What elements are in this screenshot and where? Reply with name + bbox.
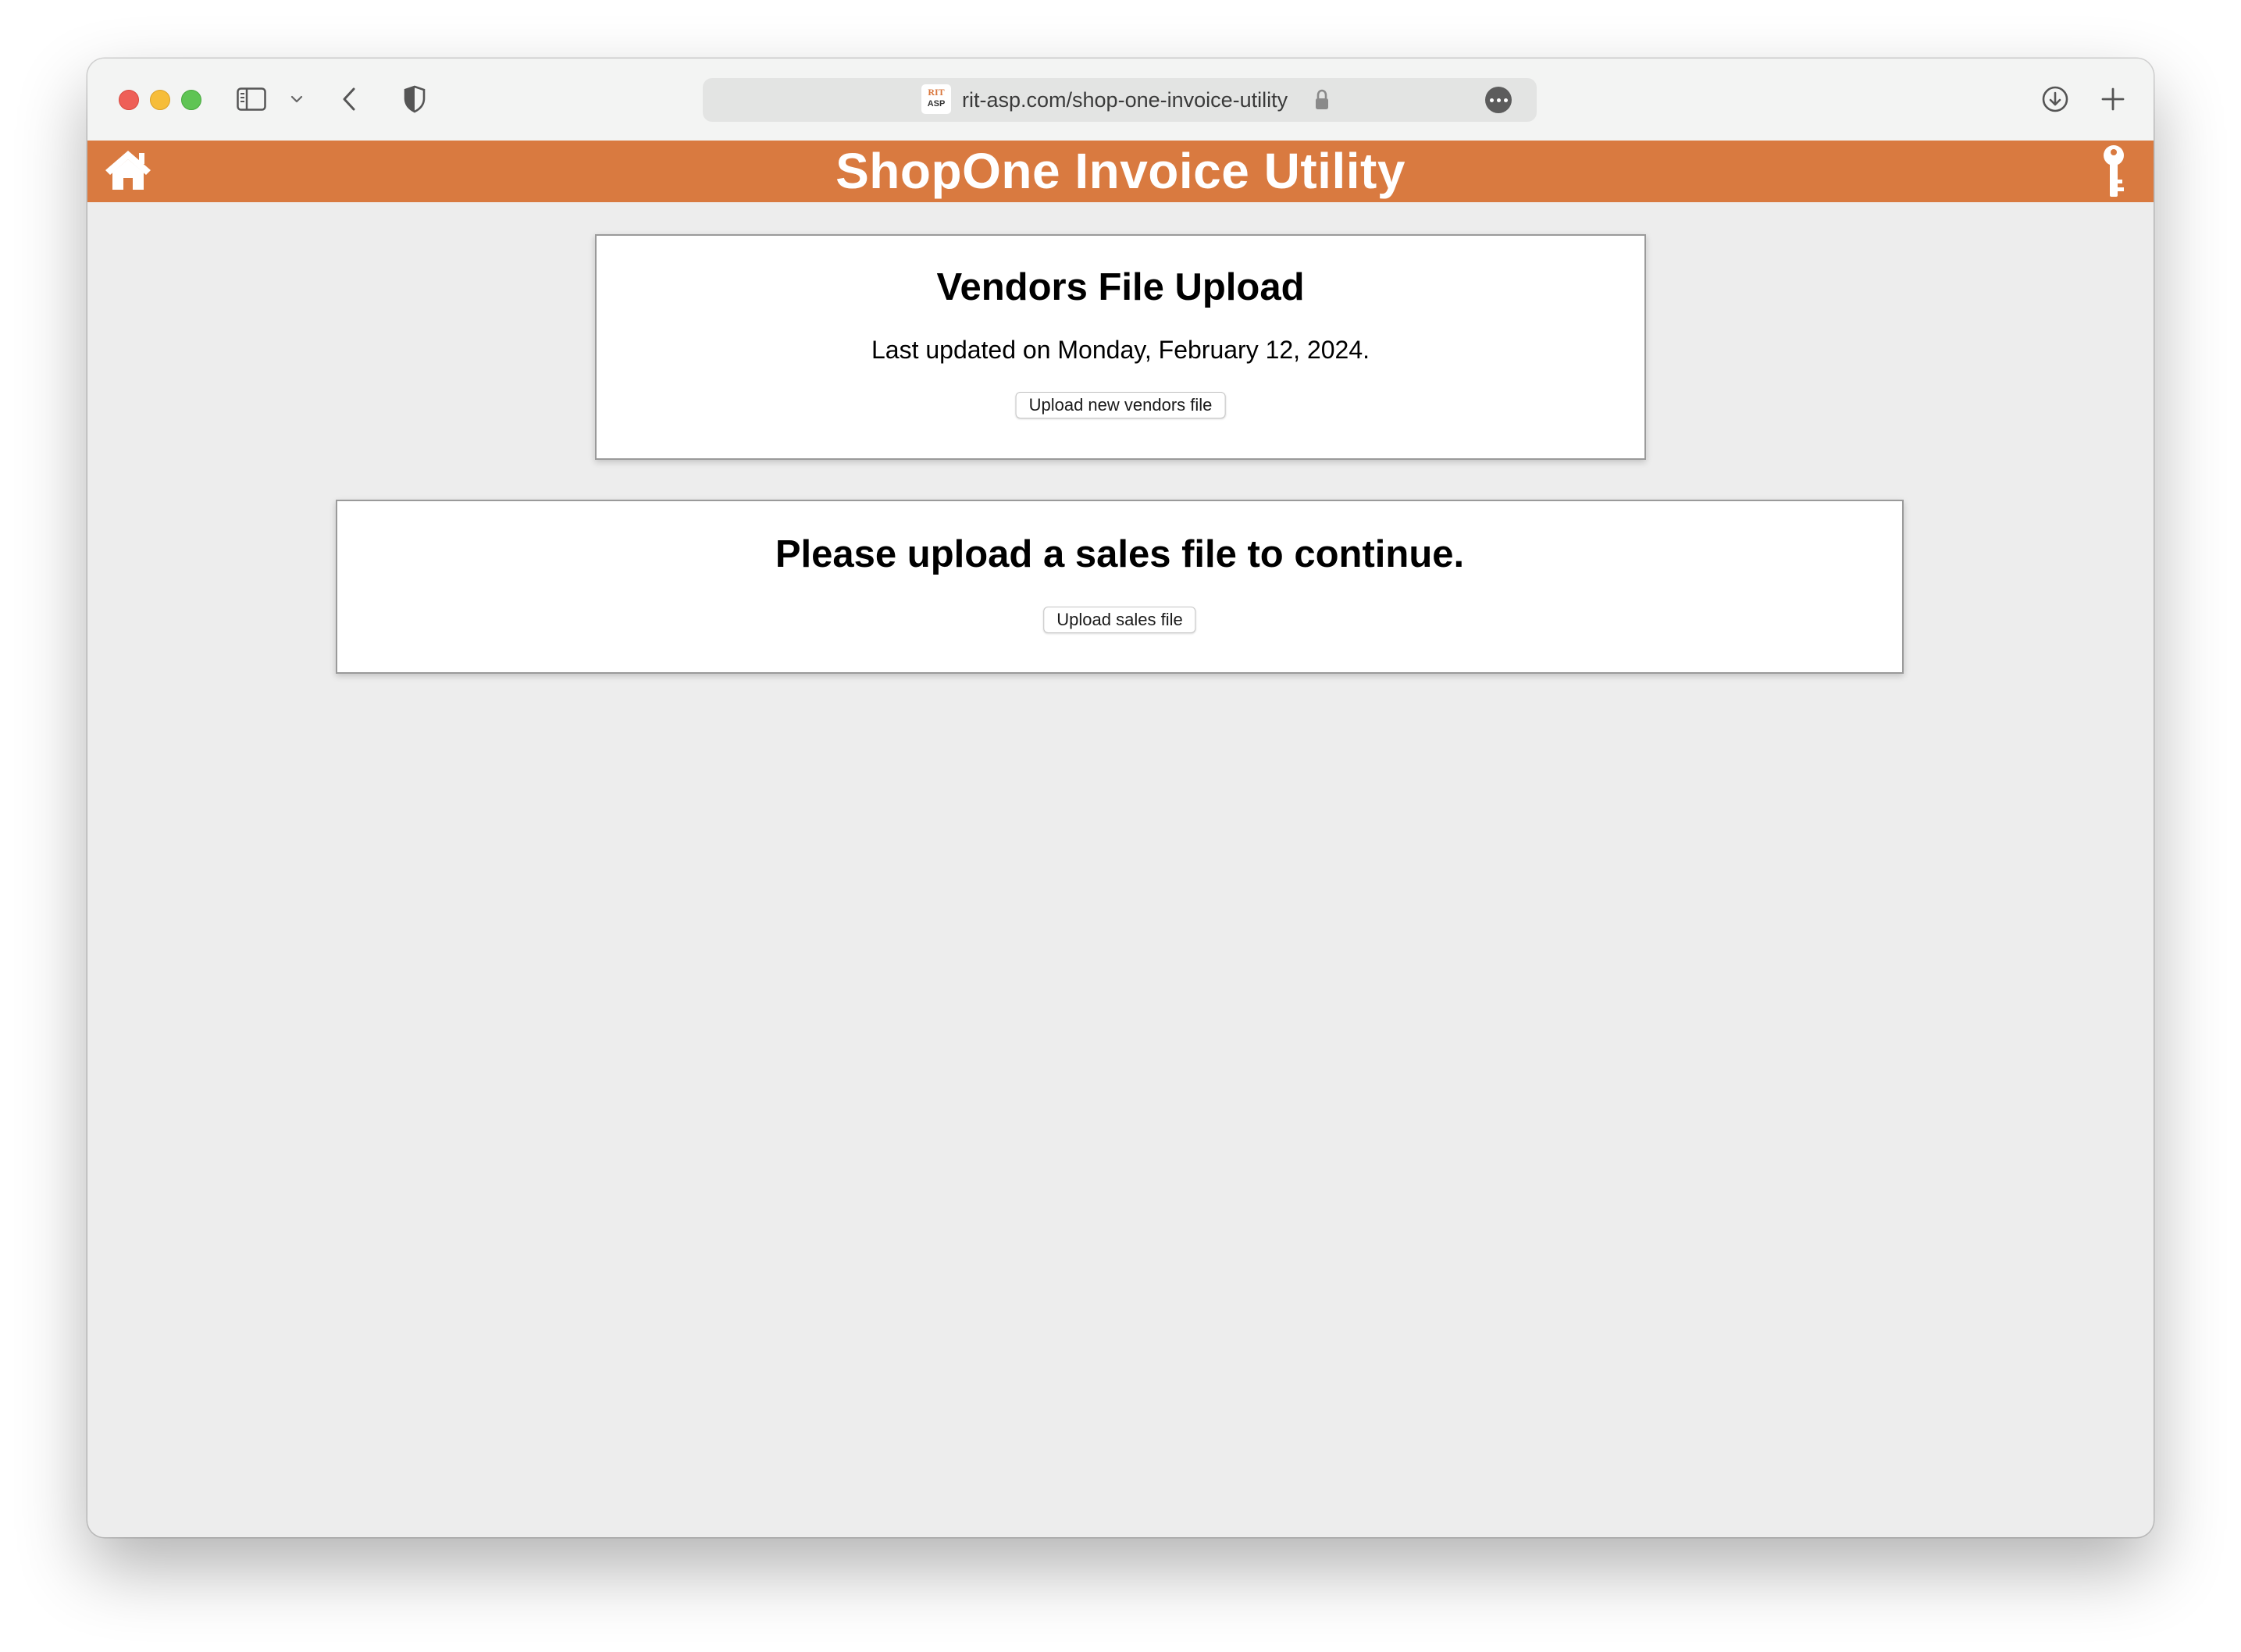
- app-title: ShopOne Invoice Utility: [835, 143, 1406, 199]
- upload-vendors-button[interactable]: Upload new vendors file: [1015, 392, 1226, 418]
- back-arrow-icon[interactable]: [337, 85, 361, 113]
- zoom-window-button[interactable]: [181, 90, 201, 110]
- address-bar[interactable]: RIT ASP rit-asp.com/shop-one-invoice-uti…: [703, 78, 1537, 122]
- vendors-upload-card: Vendors File Upload Last updated on Mond…: [595, 234, 1646, 460]
- key-icon[interactable]: [2100, 144, 2127, 200]
- browser-window: RIT ASP rit-asp.com/shop-one-invoice-uti…: [87, 59, 2154, 1537]
- site-favicon: RIT ASP: [921, 84, 951, 114]
- browser-toolbar: RIT ASP rit-asp.com/shop-one-invoice-uti…: [87, 59, 2154, 141]
- download-icon[interactable]: [2040, 84, 2071, 115]
- vendors-card-title: Vendors File Upload: [936, 266, 1305, 308]
- lock-icon: [1314, 89, 1330, 115]
- app-header: ShopOne Invoice Utility: [87, 141, 2154, 202]
- sales-card-title: Please upload a sales file to continue.: [775, 533, 1465, 575]
- url-text[interactable]: rit-asp.com/shop-one-invoice-utility: [962, 88, 1288, 112]
- shield-icon[interactable]: [401, 84, 428, 115]
- close-window-button[interactable]: [119, 90, 139, 110]
- chevron-down-icon[interactable]: [289, 93, 305, 105]
- vendors-last-updated: Last updated on Monday, February 12, 202…: [871, 336, 1370, 364]
- plus-icon[interactable]: [2097, 84, 2129, 115]
- sidebar-icon[interactable]: [236, 84, 267, 115]
- favicon-top-text: RIT: [928, 87, 945, 98]
- favicon-bottom-text: ASP: [927, 99, 946, 109]
- more-icon[interactable]: [1485, 87, 1512, 113]
- sales-upload-card: Please upload a sales file to continue. …: [336, 500, 1904, 674]
- minimize-window-button[interactable]: [150, 90, 170, 110]
- upload-sales-button[interactable]: Upload sales file: [1043, 607, 1196, 633]
